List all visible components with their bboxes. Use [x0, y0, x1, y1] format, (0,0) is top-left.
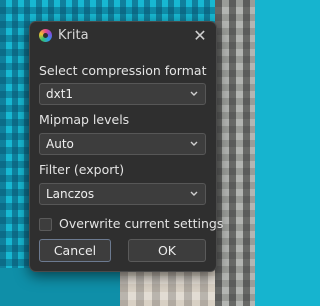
mipmap-levels-select[interactable]: Auto [39, 133, 206, 155]
background-image-right [215, 0, 255, 306]
mipmap-levels-label: Mipmap levels [39, 112, 130, 127]
overwrite-settings-row[interactable]: Overwrite current settings [39, 215, 223, 233]
filter-export-label: Filter (export) [39, 162, 125, 177]
close-icon[interactable]: ✕ [190, 26, 210, 46]
chevron-down-icon [190, 91, 198, 96]
chevron-down-icon [190, 191, 198, 196]
compression-format-select[interactable]: dxt1 [39, 83, 206, 105]
filter-export-value: Lanczos [46, 187, 95, 201]
compression-format-value: dxt1 [46, 87, 74, 101]
overwrite-settings-checkbox[interactable] [39, 218, 52, 231]
ok-button[interactable]: OK [128, 239, 206, 262]
chevron-down-icon [190, 141, 198, 146]
export-dialog: Krita ✕ Select compression format dxt1 M… [29, 21, 223, 272]
mipmap-levels-value: Auto [46, 137, 74, 151]
cancel-button[interactable]: Cancel [39, 239, 111, 262]
title-bar: Krita ✕ [30, 22, 216, 50]
overwrite-settings-label: Overwrite current settings [59, 216, 224, 231]
window-title: Krita [58, 28, 89, 43]
krita-logo-icon [39, 29, 52, 42]
compression-format-label: Select compression format [39, 63, 207, 78]
filter-export-select[interactable]: Lanczos [39, 183, 206, 205]
